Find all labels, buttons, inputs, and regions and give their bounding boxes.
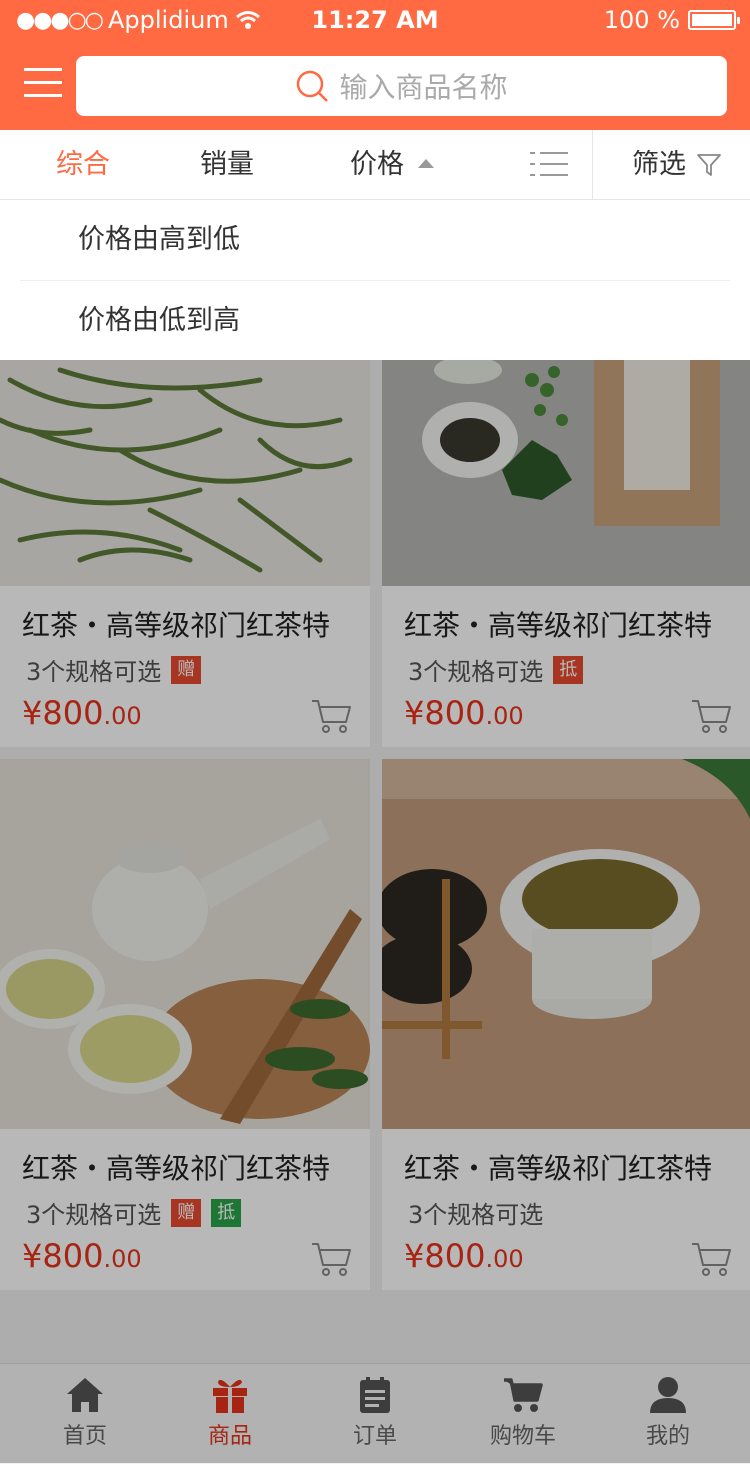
app-header: ●●●○○ Applidium 11:27 AM 100 % 输入商品名称 (0, 0, 750, 130)
menu-button[interactable] (24, 68, 62, 102)
menu-item-price-high-to-low[interactable]: 价格由高到低 (0, 200, 750, 280)
list-view-icon[interactable] (530, 152, 568, 180)
battery-icon (688, 10, 740, 30)
status-bar: ●●●○○ Applidium 11:27 AM 100 % (0, 0, 750, 42)
filter-label: 筛选 (632, 149, 686, 180)
filter-button[interactable]: 筛选 (632, 130, 722, 200)
price-sort-menu: 价格由高到低 价格由低到高 (0, 200, 750, 360)
search-bar[interactable]: 输入商品名称 (76, 56, 727, 116)
tab-price-label: 价格 (350, 149, 404, 180)
tab-divider (592, 130, 593, 200)
search-placeholder: 输入商品名称 (339, 71, 508, 104)
battery-percent: 100 % (603, 6, 680, 34)
search-icon (297, 70, 329, 102)
filter-icon (697, 154, 721, 176)
tab-comprehensive[interactable]: 综合 (56, 130, 110, 200)
tab-price[interactable]: 价格 (350, 130, 434, 200)
menu-item-price-low-to-high[interactable]: 价格由低到高 (0, 281, 750, 361)
sort-up-icon (418, 159, 434, 168)
sort-tabs: 综合 销量 价格 筛选 (0, 130, 750, 200)
tab-sales[interactable]: 销量 (200, 130, 254, 200)
dropdown-backdrop[interactable] (0, 360, 750, 1463)
